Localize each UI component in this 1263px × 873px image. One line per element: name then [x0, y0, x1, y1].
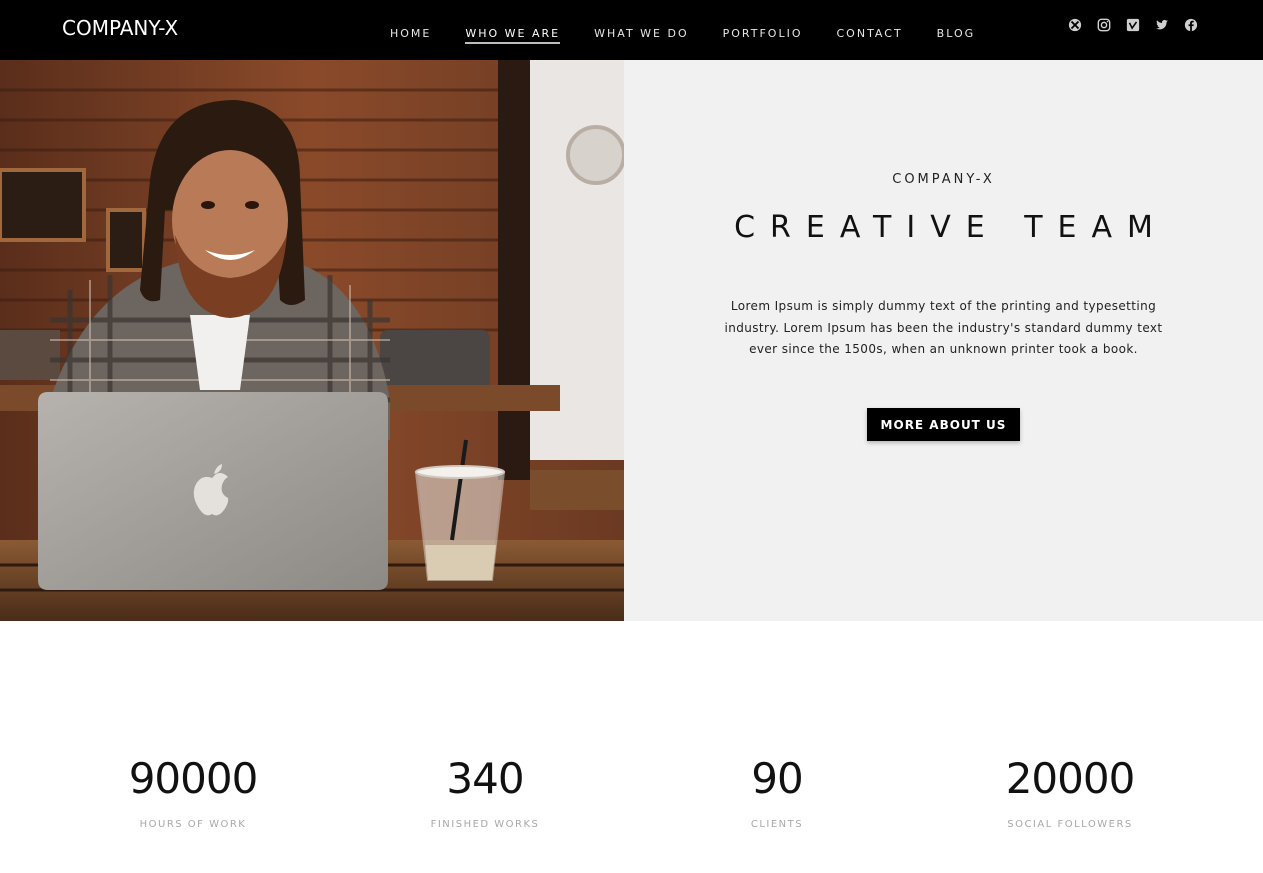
hero-paragraph-line-2: industry. Lorem Ipsum has been the indus… [724, 320, 1163, 335]
stat-finished-works: 340 FINISHED WORKS [339, 751, 631, 830]
social-links [1067, 17, 1198, 32]
nav-contact[interactable]: CONTACT [837, 27, 903, 44]
stat-label: HOURS OF WORK [139, 819, 247, 830]
vimeo-icon[interactable] [1125, 17, 1140, 32]
main-nav: HOME WHO WE ARE WHAT WE DO PORTFOLIO CON… [390, 27, 975, 44]
twitter-icon[interactable] [1154, 17, 1169, 32]
stat-social-followers: 20000 SOCIAL FOLLOWERS [924, 751, 1216, 830]
hero-paragraph-line-1: Lorem Ipsum is simply dummy text of the … [730, 299, 1157, 313]
more-about-us-button[interactable]: MORE ABOUT US [867, 408, 1020, 441]
nav-blog[interactable]: BLOG [937, 27, 975, 44]
instagram-icon[interactable] [1096, 17, 1111, 32]
stats-section: 90000 HOURS OF WORK 340 FINISHED WORKS 9… [0, 621, 1263, 873]
hero-photo [0, 60, 624, 621]
stat-label: SOCIAL FOLLOWERS [1007, 819, 1133, 830]
hero-paragraph: Lorem Ipsum is simply dummy text of the … [714, 296, 1173, 361]
nav-who-we-are[interactable]: WHO WE ARE [465, 27, 561, 44]
hero-eyebrow: COMPANY-X [892, 172, 995, 187]
stat-label: FINISHED WORKS [430, 819, 540, 830]
hero-panel: COMPANY-X CREATIVE TEAM Lorem Ipsum is s… [624, 60, 1263, 621]
stat-value: 90000 [128, 754, 259, 803]
facebook-icon[interactable] [1183, 17, 1198, 32]
stat-value: 340 [446, 754, 524, 803]
nav-home[interactable]: HOME [390, 27, 431, 44]
stat-value: 90 [751, 754, 803, 803]
man-with-laptop-image [0, 60, 624, 621]
stat-clients: 90 CLIENTS [631, 751, 923, 830]
hero-paragraph-line-3: ever since the 1500s, when an unknown pr… [749, 342, 1138, 356]
stat-hours-of-work: 90000 HOURS OF WORK [47, 751, 339, 830]
site-logo[interactable]: COMPANY-X [62, 15, 178, 41]
hero-title: CREATIVE TEAM [734, 210, 1168, 245]
stat-value: 20000 [1005, 754, 1136, 803]
xbox-icon[interactable] [1067, 17, 1082, 32]
site-header: COMPANY-X HOME WHO WE ARE WHAT WE DO POR… [0, 0, 1263, 60]
nav-what-we-do[interactable]: WHAT WE DO [594, 27, 689, 44]
nav-portfolio[interactable]: PORTFOLIO [723, 27, 803, 44]
stat-label: CLIENTS [750, 819, 804, 830]
